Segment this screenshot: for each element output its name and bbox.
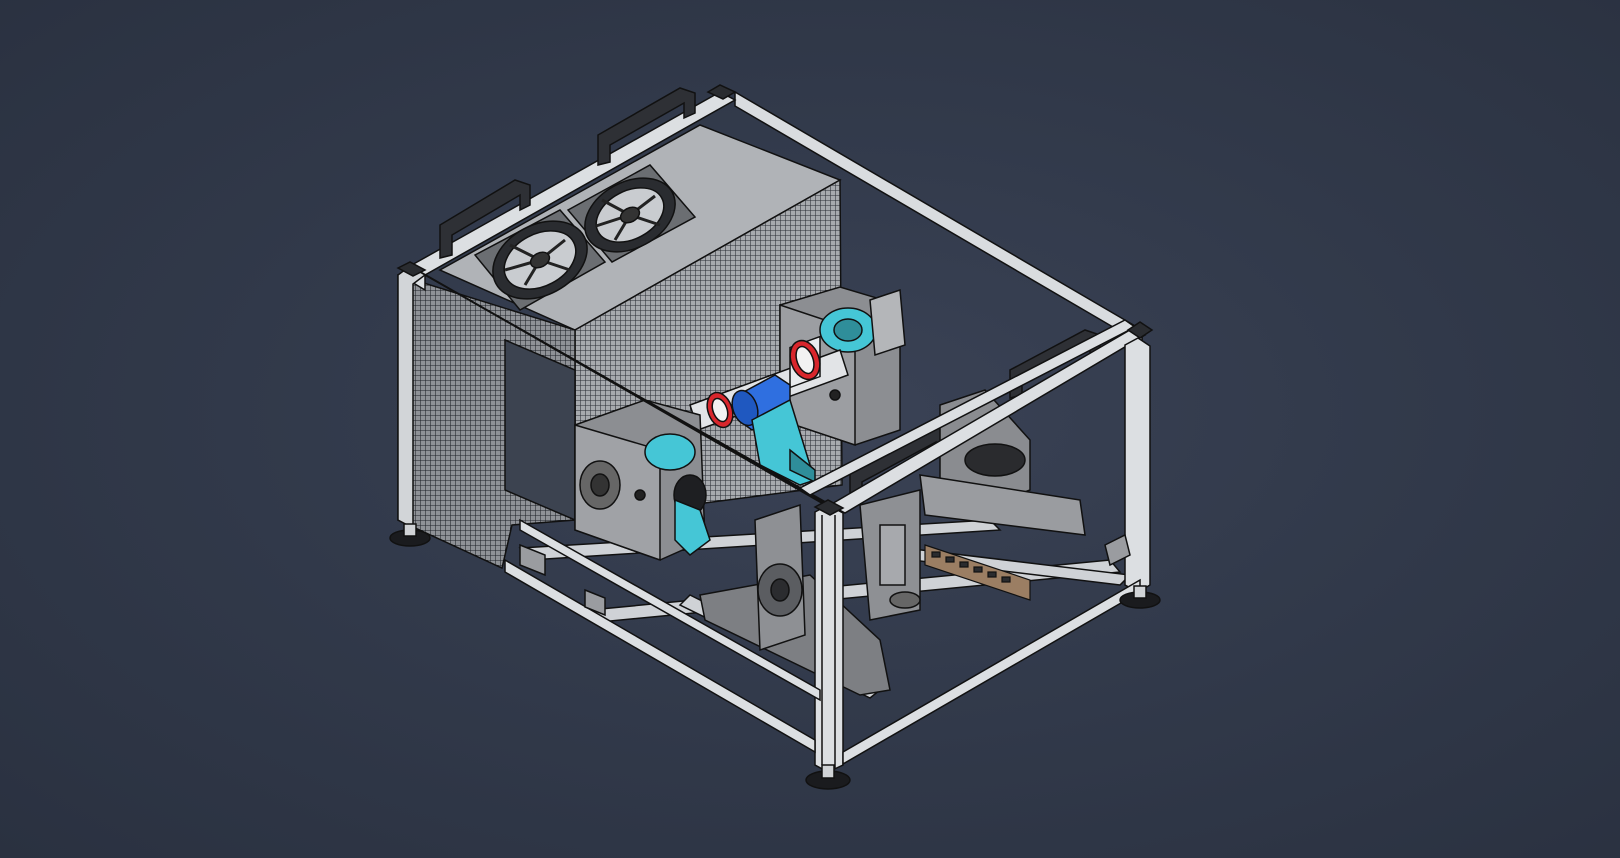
cad-viewport[interactable] [0,0,1620,858]
bearing-housing-left [574,399,711,562]
assembly-model[interactable] [0,0,1620,858]
foot-icon[interactable] [805,764,851,790]
